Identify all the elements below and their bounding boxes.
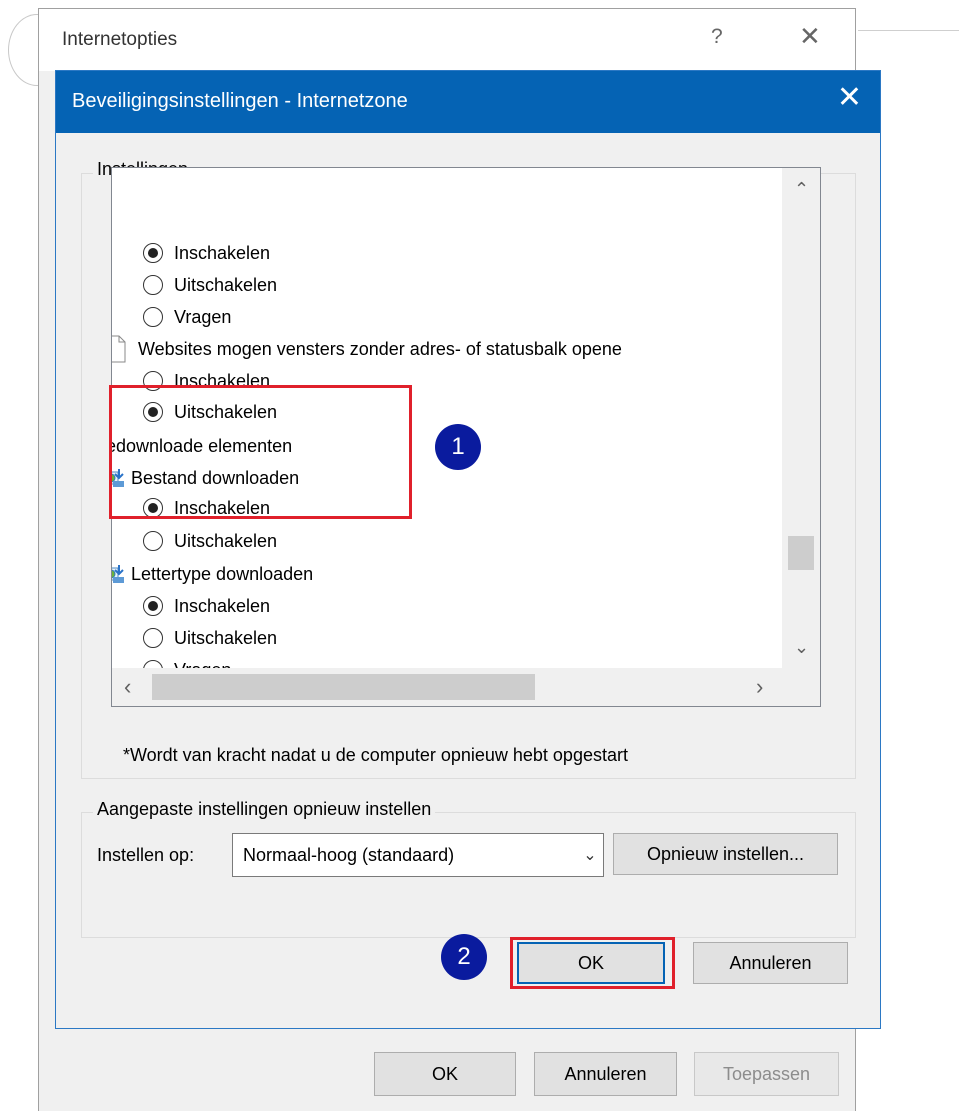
scroll-up-icon[interactable]: ⌃	[794, 180, 809, 198]
reset-group-label: Aangepaste instellingen opnieuw instelle…	[93, 799, 436, 820]
internet-options-titlebar: Internetopties ? ✕	[39, 9, 855, 71]
radio-option[interactable]: Uitschakelen	[143, 525, 277, 557]
dialog-title: Beveiligingsinstellingen - Internetzone	[72, 90, 408, 112]
restart-note: *Wordt van kracht nadat u de computer op…	[123, 745, 628, 765]
radio-checked-icon[interactable]	[143, 243, 163, 263]
security-setting-icon	[112, 563, 125, 585]
scrollbar-corner	[782, 668, 820, 706]
dialog-titlebar: Beveiligingsinstellingen - Internetzone …	[56, 71, 880, 133]
internet-options-ok-button[interactable]: OK	[374, 1052, 516, 1096]
radio-option[interactable]: Uitschakelen	[143, 269, 277, 301]
tree-item-label: Inschakelen	[174, 595, 271, 616]
internet-options-title: Internetopties	[62, 29, 178, 50]
vertical-scrollbar[interactable]: ⌃ ⌄	[782, 168, 820, 668]
tree-category[interactable]: Websites mogen vensters zonder adres- of…	[112, 333, 622, 365]
radio-unchecked-icon[interactable]	[143, 307, 163, 327]
tree-item-label: Inschakelen	[174, 242, 271, 263]
radio-checked-icon[interactable]	[143, 596, 163, 616]
background-divider	[858, 30, 959, 31]
reset-level-select[interactable]: Normaal-hoog (standaard) ⌄	[232, 833, 604, 877]
tree-item-label: Websites mogen vensters zonder adres- of…	[138, 338, 622, 359]
internet-options-apply-button: Toepassen	[694, 1052, 839, 1096]
horizontal-scrollbar[interactable]: ‹ ›	[112, 668, 782, 706]
reset-level-value: Normaal-hoog (standaard)	[243, 844, 455, 865]
step-badge-2: 2	[441, 934, 487, 980]
security-settings-dialog: Beveiligingsinstellingen - Internetzone …	[55, 70, 881, 1029]
scroll-left-icon[interactable]: ‹	[124, 676, 131, 698]
page-icon	[112, 335, 126, 363]
chevron-down-icon: ⌄	[583, 847, 597, 864]
close-icon[interactable]: ✕	[837, 83, 862, 113]
radio-option[interactable]: Vragen	[143, 301, 231, 333]
radio-unchecked-icon[interactable]	[143, 628, 163, 648]
radio-unchecked-icon[interactable]	[143, 275, 163, 295]
tree-item-label: Vragen	[174, 306, 232, 327]
tree-item-label: Lettertype downloaden	[131, 563, 314, 584]
reset-button[interactable]: Opnieuw instellen...	[613, 833, 838, 875]
tree-item-label: Uitschakelen	[174, 530, 278, 551]
horizontal-scroll-thumb[interactable]	[152, 674, 535, 700]
vertical-scroll-thumb[interactable]	[788, 536, 814, 570]
scroll-right-icon[interactable]: ›	[756, 676, 763, 698]
radio-option[interactable]: Inschakelen	[143, 237, 270, 269]
close-icon[interactable]: ✕	[799, 21, 821, 52]
reset-to-label: Instellen op:	[97, 845, 195, 865]
internet-options-cancel-button[interactable]: Annuleren	[534, 1052, 677, 1096]
highlight-downloads	[109, 385, 412, 519]
tree-item-label: Uitschakelen	[174, 627, 278, 648]
step-badge-1: 1	[435, 424, 481, 470]
radio-unchecked-icon[interactable]	[143, 531, 163, 551]
highlight-ok-button	[510, 937, 675, 989]
radio-option[interactable]: Inschakelen	[143, 590, 270, 622]
radio-option[interactable]: Uitschakelen	[143, 622, 277, 654]
help-button[interactable]: ?	[711, 25, 723, 49]
tree-category[interactable]: Lettertype downloaden	[112, 558, 314, 590]
scroll-down-icon[interactable]: ⌄	[794, 638, 809, 656]
cancel-button[interactable]: Annuleren	[693, 942, 848, 984]
tree-item-label: Uitschakelen	[174, 274, 278, 295]
